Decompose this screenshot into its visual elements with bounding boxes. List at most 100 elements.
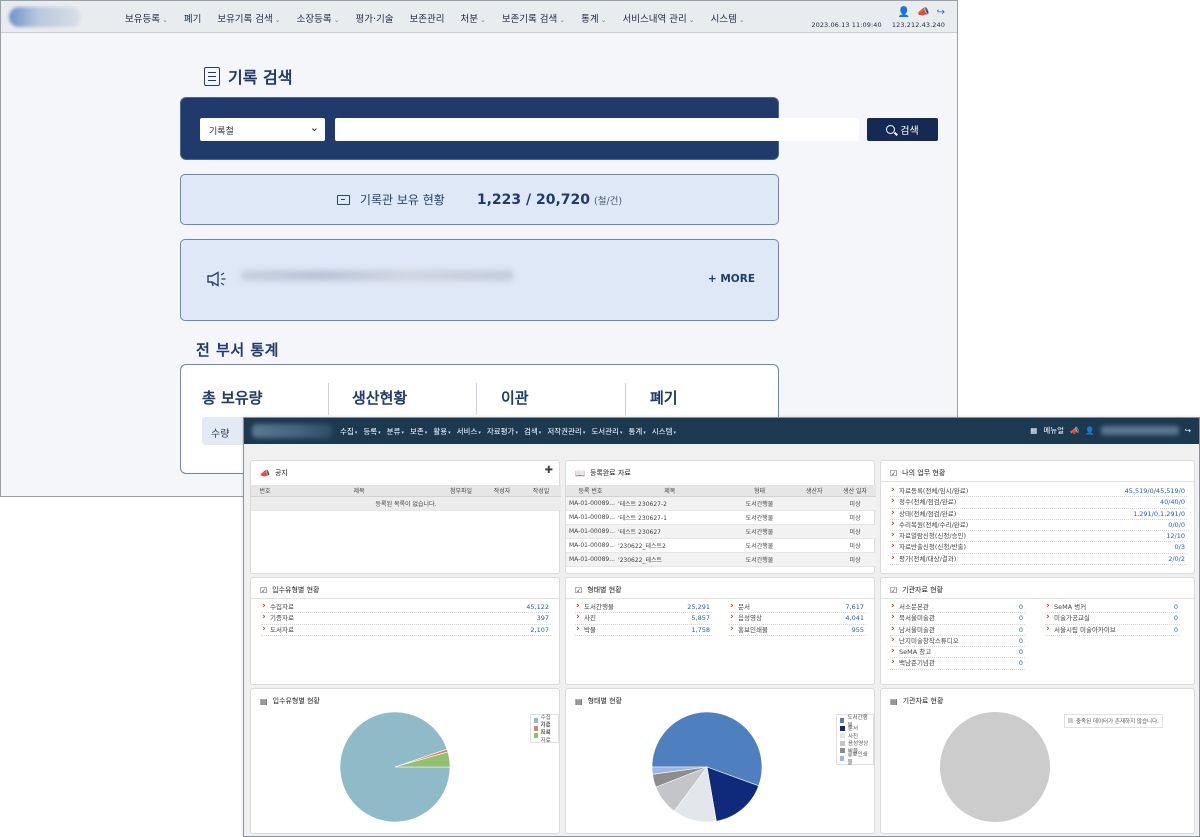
list-item[interactable]: 미술가공교실 0 bbox=[1045, 612, 1180, 625]
menu-item[interactable]: 보존기록 검색 ⌄ bbox=[494, 11, 573, 25]
menu-item[interactable]: 등록▾ bbox=[360, 426, 383, 437]
menu-item[interactable]: 수집▾ bbox=[337, 426, 360, 437]
search-input[interactable] bbox=[335, 118, 859, 141]
list-item[interactable]: 평가(전체/대상/결과) 2/0/2 bbox=[890, 553, 1187, 566]
my-work-card: ☑나의 업무 현황 자료등록(전체/임시/완료) 45,519/0/45,519/… bbox=[880, 460, 1195, 574]
stats-col-transfer: 이관 bbox=[501, 389, 529, 407]
menu-item[interactable]: 저작권관리▾ bbox=[544, 426, 588, 437]
list-item[interactable]: 상태(전체/점검/완료) 1,291/0,1,291/0 bbox=[890, 508, 1187, 520]
menu-item[interactable]: 활용▾ bbox=[430, 426, 453, 437]
list-item[interactable]: 정수(전체/점검/완료) 40/40/0 bbox=[890, 496, 1187, 509]
list-item[interactable]: 서소문본관 0 bbox=[890, 601, 1025, 614]
search-type-select[interactable]: 기록철 ⌄ bbox=[200, 118, 325, 141]
menu-item[interactable]: 보존▾ bbox=[407, 426, 430, 437]
menu-item[interactable]: 시스템▾ bbox=[649, 426, 679, 437]
table-cell bbox=[794, 510, 835, 525]
list-item[interactable]: 문서 7,617 bbox=[729, 601, 866, 614]
item-label: 난지미술창작스튜디오 bbox=[899, 636, 959, 645]
empty-message: 등록된 목록이 없습니다. bbox=[251, 496, 561, 511]
menu-item[interactable]: 도서관리▾ bbox=[588, 426, 625, 437]
notice-icon[interactable]: 📣 bbox=[1070, 426, 1079, 435]
search-button[interactable]: 검색 bbox=[867, 118, 938, 141]
search-panel: 기록철 ⌄ 검색 bbox=[180, 97, 938, 160]
list-item[interactable]: 홍보인쇄물 955 bbox=[729, 624, 866, 636]
notice-icon[interactable]: 📣 bbox=[917, 7, 929, 18]
list-item[interactable]: 수집자료 45,122 bbox=[261, 601, 551, 614]
menu-item[interactable]: 통계▾ bbox=[625, 426, 648, 437]
list-item[interactable]: 자료등록(전체/임시/완료) 45,519/0/45,519/0 bbox=[890, 485, 1187, 498]
menu-item[interactable]: 폐기 bbox=[176, 11, 209, 25]
main-menu: 수집▾ 등록▾ 분류▾ 보존▾ 활용▾ 서비스▾ 자료평가▾ 검색▾ 저작권관리▾ 도서관리▾ 통계… bbox=[337, 426, 679, 437]
table-row[interactable]: MA-01-00089... '테스트 230627-1 도서간행물 미상 bbox=[566, 510, 876, 525]
list-item[interactable]: 난지미술창작스튜디오 0 bbox=[890, 635, 1025, 648]
list-item[interactable]: 자료반출신청(신청/반출) 0/3 bbox=[890, 541, 1187, 554]
stats-col-total: 총 보유량 bbox=[202, 389, 263, 407]
menu-item[interactable]: 분류▾ bbox=[384, 426, 407, 437]
manual-link[interactable]: 메뉴얼 bbox=[1043, 425, 1064, 436]
logout-icon[interactable]: ↪ bbox=[1185, 426, 1191, 435]
table-row[interactable]: MA-01-00089... '테스트 230627-2 도서간행물 미상 bbox=[566, 496, 876, 511]
menu-item[interactable]: 처분 ⌄ bbox=[452, 11, 493, 25]
list-item[interactable]: 도서간행물 25,291 bbox=[575, 601, 712, 614]
intake-list: 수집자료 45,122 기증자료 397 도서자료 2,107 bbox=[261, 601, 551, 636]
menu-item[interactable]: 자료평가▾ bbox=[484, 426, 521, 437]
table-cell: 도서간행물 bbox=[724, 496, 795, 511]
col-header: 제목 bbox=[614, 485, 725, 497]
org-chart-card: ▤ 기관자료 현황 충족된 데이터가 존재하지 않습니다. bbox=[880, 688, 1195, 834]
list-item[interactable]: 사진 5,857 bbox=[575, 612, 712, 625]
menu-item[interactable]: 소장등록 ⌄ bbox=[289, 11, 348, 25]
user-icon[interactable]: 👤 bbox=[898, 7, 910, 18]
table-row[interactable]: MA-01-00089... '테스트 230627 도서간행물 미상 bbox=[566, 524, 876, 539]
table-row[interactable]: MA-01-00089... '230622_테스트2 도서간행물 미상 bbox=[566, 538, 876, 553]
item-value: 0/0/0 bbox=[1168, 520, 1185, 529]
table-row[interactable]: MA-01-00089... '230622_테스트 도서간행물 미상 bbox=[566, 552, 876, 567]
document-icon bbox=[204, 66, 220, 86]
pie-empty bbox=[940, 712, 1050, 822]
list-item[interactable]: 박물 1,758 bbox=[575, 624, 712, 636]
item-value: 4,041 bbox=[845, 614, 864, 623]
notice-text-redacted[interactable] bbox=[241, 270, 513, 281]
table-cell: 도서간행물 bbox=[724, 510, 795, 525]
bar-chart-icon: ▤ bbox=[890, 696, 898, 706]
menu-item[interactable]: 보유기록 검색 ⌄ bbox=[209, 11, 288, 25]
list-item[interactable]: 북서울미술관 0 bbox=[890, 612, 1025, 625]
item-value: 45,122 bbox=[526, 603, 549, 611]
list-item[interactable]: 남서울미술관 0 bbox=[890, 624, 1025, 636]
menu-item[interactable]: 통계 ⌄ bbox=[573, 11, 614, 25]
menu-item[interactable]: 서비스▾ bbox=[454, 426, 484, 437]
list-item[interactable]: SeMA 벙커 0 bbox=[1045, 601, 1180, 614]
menu-item[interactable]: 서비스내역 관리 ⌄ bbox=[615, 11, 703, 25]
checklist-icon: ☑ bbox=[890, 468, 898, 478]
col-header: 생산자 bbox=[794, 485, 835, 497]
menu-item[interactable]: 보존관리 bbox=[402, 11, 453, 25]
list-item[interactable]: 도서자료 2,107 bbox=[261, 624, 551, 636]
more-link[interactable]: + MORE bbox=[708, 273, 755, 285]
manual-icon[interactable]: ▦ bbox=[1030, 426, 1037, 435]
table-cell bbox=[794, 524, 835, 539]
list-item[interactable]: 서울시립 미술아카이브 0 bbox=[1045, 624, 1180, 636]
list-item[interactable]: 기증자료 397 bbox=[261, 612, 551, 625]
item-label: 음성영상 bbox=[738, 614, 762, 623]
list-item[interactable]: 백남준기념관 0 bbox=[890, 657, 1025, 670]
table-cell: MA-01-00089... bbox=[566, 538, 615, 553]
logout-icon[interactable]: ↪ bbox=[937, 7, 945, 18]
menu-item[interactable]: 평가·기술 bbox=[348, 11, 402, 25]
add-icon[interactable]: ✚ bbox=[545, 465, 553, 476]
list-item[interactable]: SeMA 창고 0 bbox=[890, 646, 1025, 659]
user-icon[interactable]: 👤 bbox=[1085, 426, 1094, 435]
list-item[interactable]: 수리복원(전체/수리/완료) 0/0/0 bbox=[890, 519, 1187, 532]
list-item[interactable]: 자료열람신청(신청/승인) 12/10 bbox=[890, 530, 1187, 543]
menu-item[interactable]: 검색▾ bbox=[521, 426, 544, 437]
col-header: 생산 일자 bbox=[834, 485, 876, 497]
list-item[interactable]: 음성영상 4,041 bbox=[729, 612, 866, 625]
menu-item[interactable]: 보유등록 ⌄ bbox=[117, 11, 176, 25]
table-cell: '테스트 230627 bbox=[614, 524, 725, 539]
holdings-panel: 기록관 보유 현황 1,223 / 20,720 (철/건) bbox=[180, 174, 779, 225]
item-value: 45,519/0/45,519/0 bbox=[1124, 487, 1185, 495]
table-cell: 미상 bbox=[834, 552, 876, 567]
col-header: 제목 bbox=[279, 485, 439, 497]
divider bbox=[625, 383, 626, 415]
checklist-icon: ☑ bbox=[890, 585, 898, 595]
stats-col-disposal: 폐기 bbox=[650, 389, 678, 407]
menu-item[interactable]: 시스템 ⌄ bbox=[703, 11, 753, 25]
